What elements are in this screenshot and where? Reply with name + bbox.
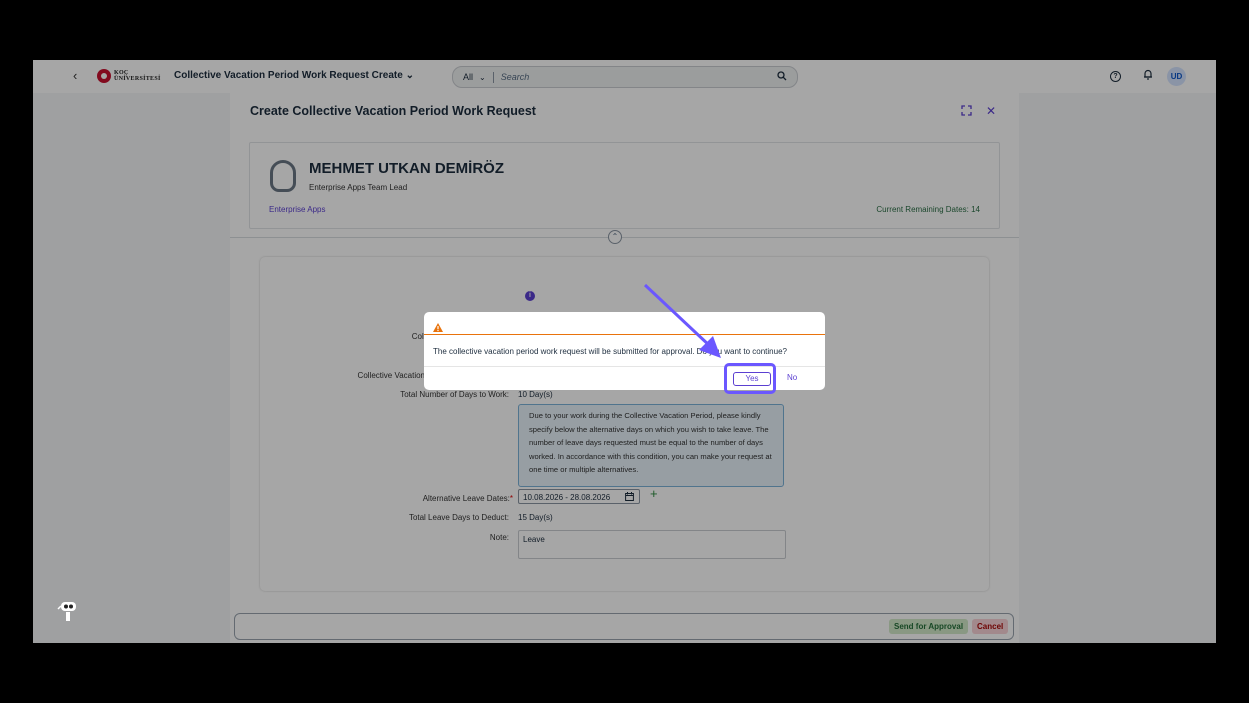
- confirm-message: The collective vacation period work requ…: [433, 347, 787, 356]
- app-screen: ‹ KOÇ ÜNİVERSİTESİ Collective Vacation P…: [33, 60, 1216, 643]
- no-button[interactable]: No: [787, 373, 797, 382]
- pointer-arrow-icon: [643, 283, 721, 358]
- confirm-header-line: [424, 334, 825, 335]
- chatbot-icon[interactable]: [56, 600, 78, 622]
